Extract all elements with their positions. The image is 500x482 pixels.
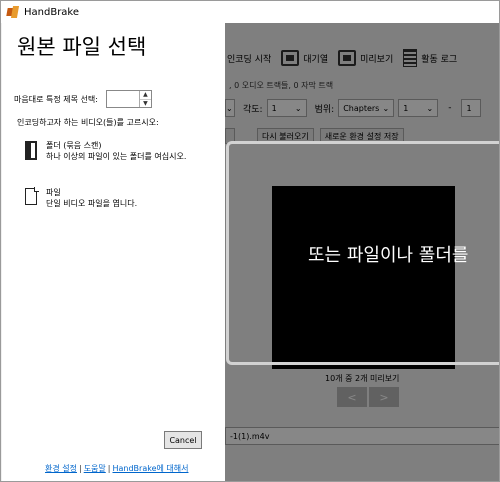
instruction-text: 인코딩하고자 하는 비디오(들)를 고르시오: [17,118,159,127]
link-separator: | [78,464,82,473]
spinner-arrows: ▲ ▼ [138,91,151,108]
panel-title: 원본 파일 선택 [17,35,147,59]
title-select-label: 마음대로 특정 제목 선택: [14,94,98,104]
file-option[interactable]: 파일 단일 비디오 파일을 엽니다. [24,187,196,209]
cancel-button[interactable]: Cancel [164,431,202,449]
window-title: HandBrake [24,6,80,18]
handbrake-logo-icon [6,6,20,18]
folder-option-description: 하나 이상의 파일이 있는 폴더를 여십시오. [46,152,187,161]
drop-zone-text: 또는 파일이나 폴더를 [308,245,469,266]
preferences-link[interactable]: 환경 설정 [45,464,77,473]
title-number-spinner[interactable]: ▲ ▼ [105,90,152,108]
file-option-name: 파일 [46,188,61,197]
help-link[interactable]: 도움말 [84,464,106,473]
link-separator: | [107,464,111,473]
folder-batch-scan-option[interactable]: 폴더 (묶음 스캔) 하나 이상의 파일이 있는 폴더를 여십시오. [24,140,196,162]
source-selection-panel: 원본 파일 선택 마음대로 특정 제목 선택: ▲ ▼ 인코딩하고자 하는 비디… [2,23,225,481]
title-bar: HandBrake [1,1,499,23]
about-handbrake-link[interactable]: HandBrake에 대해서 [112,464,188,473]
chevron-up-icon[interactable]: ▲ [139,91,151,100]
file-option-text: 파일 단일 비디오 파일을 엽니다. [46,187,196,209]
title-select-row: 마음대로 특정 제목 선택: ▲ ▼ [14,90,152,108]
handbrake-window: HandBrake 인코딩 시작 대기열 미리보기 활동 로그 , 0 오디오 … [0,0,500,482]
title-number-input[interactable] [107,91,139,107]
folder-icon [24,140,38,160]
file-option-description: 단일 비디오 파일을 엽니다. [46,199,138,208]
folder-option-name: 폴더 (묶음 스캔) [46,141,102,150]
chevron-down-icon[interactable]: ▼ [140,100,151,108]
folder-option-text: 폴더 (묶음 스캔) 하나 이상의 파일이 있는 폴더를 여십시오. [46,140,196,162]
footer-links: 환경 설정 | 도움말 | HandBrake에 대해서 [45,463,188,474]
file-icon [24,187,39,207]
